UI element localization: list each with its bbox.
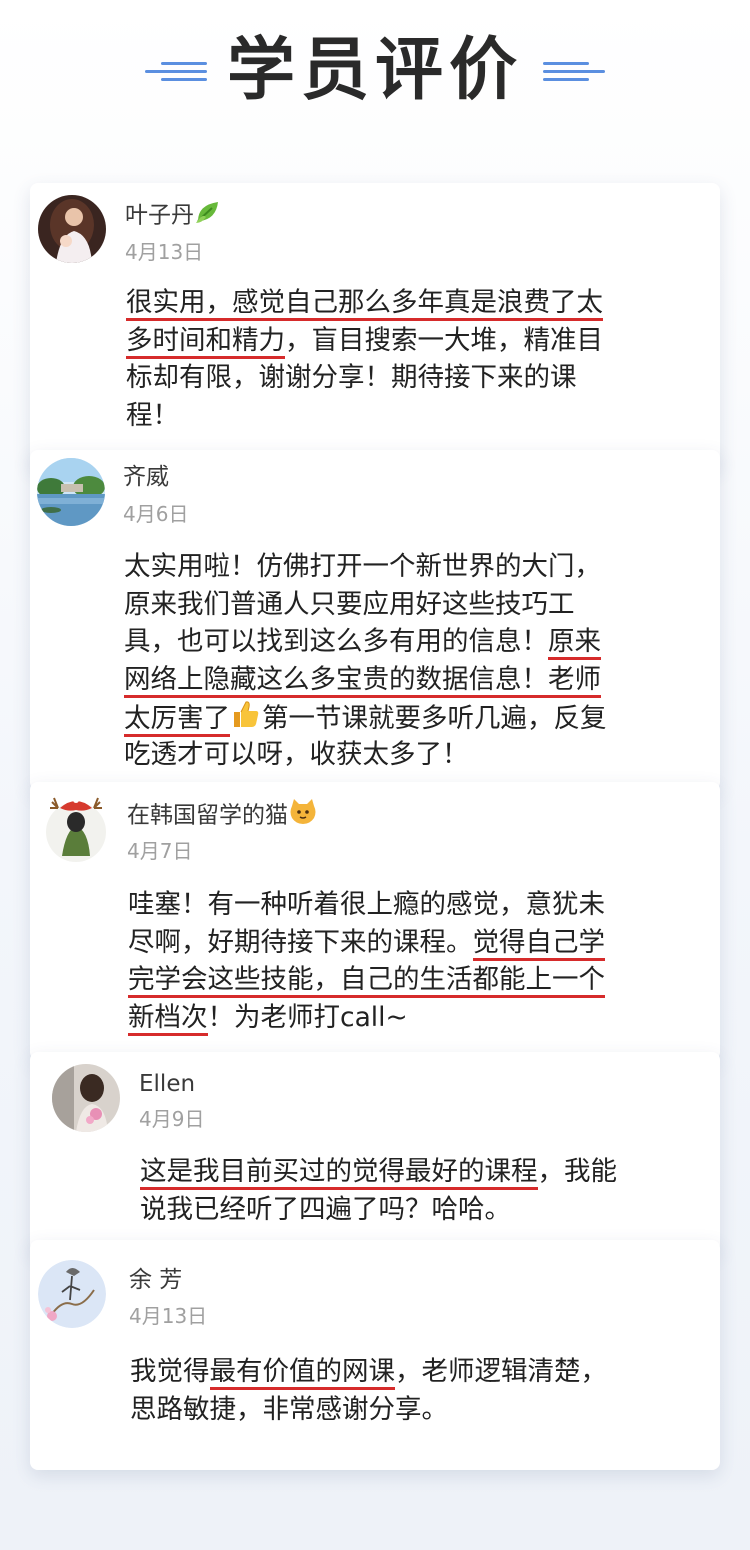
review-text-segment: ，盲目搜索一大堆，精准目: [285, 324, 603, 356]
review-text-segment: 原来我们普通人只要应用好这些技巧工: [124, 588, 575, 620]
reviewer-name-text: 在韩国留学的猫: [127, 802, 288, 829]
highlighted-text: 这是我目前买过的觉得最好的课程: [140, 1156, 538, 1190]
review-text-line: 思路敏捷，非常感谢分享。: [130, 1391, 690, 1429]
highlighted-text: 最有价值的网课: [209, 1356, 395, 1390]
review-text-line: 多时间和精力，盲目搜索一大堆，精准目: [126, 322, 686, 360]
review-date: 4月13日: [129, 1304, 208, 1328]
reviewer-name: 余 芳: [129, 1265, 182, 1295]
section-header: 学员评价: [0, 26, 750, 116]
review-text-segment: 第一节课就要多听几遍，反复: [262, 702, 607, 734]
reviewer-name: 在韩国留学的猫: [127, 798, 318, 834]
highlighted-text: 太厉害了: [124, 702, 230, 737]
review-text-line: 程！: [126, 397, 686, 435]
reviewer-name-text: 叶子丹: [125, 202, 194, 229]
review-text-segment: ，老师逻辑清楚，: [395, 1356, 607, 1387]
review-text-segment: ，我能: [537, 1156, 618, 1187]
highlighted-text: 原来: [548, 626, 601, 660]
review-text-line: 我觉得最有价值的网课，老师逻辑清楚，: [130, 1353, 690, 1391]
avatar[interactable]: [42, 794, 110, 862]
review-text-line: 原来我们普通人只要应用好这些技巧工: [124, 586, 684, 624]
review-text-line: 新档次！为老师打call~: [128, 999, 688, 1037]
review-text-segment: 说我已经听了四遍了吗？哈哈。: [140, 1193, 511, 1225]
review-text-line: 网络上隐藏这么多宝贵的数据信息！老师: [124, 661, 684, 699]
review-text-line: 完学会这些技能，自己的生活都能上一个: [128, 961, 688, 999]
avatar[interactable]: [38, 1260, 106, 1328]
thumbs-up-emoji-icon: [230, 698, 262, 741]
review-text-segment: 太实用啦！仿佛打开一个新世界的大门，: [124, 551, 601, 582]
review-text: 这是我目前买过的觉得最好的课程，我能 说我已经听了四遍了吗？哈哈。: [140, 1153, 700, 1228]
reviewer-name-text: 余 芳: [129, 1267, 183, 1293]
avatar[interactable]: [37, 458, 105, 526]
reviewer-name: 齐威: [123, 462, 169, 492]
avatar[interactable]: [52, 1064, 120, 1132]
review-text: 很实用，感觉自己那么多年真是浪费了太 多时间和精力，盲目搜索一大堆，精准目 标却有限…: [126, 284, 686, 434]
review-card: 叶子丹 4月13日 很实用，感觉自己那么多年真是浪费了太 多时间和精力，盲目搜索一…: [30, 183, 720, 468]
review-text-segment: 我觉得: [130, 1356, 210, 1387]
review-date: 4月6日: [123, 502, 189, 526]
review-text: 我觉得最有价值的网课，老师逻辑清楚， 思路敏捷，非常感谢分享。: [130, 1353, 690, 1428]
review-text-line: 这是我目前买过的觉得最好的课程，我能: [140, 1153, 700, 1191]
reviewer-name-text: Ellen: [139, 1071, 196, 1097]
highlighted-text: 很实用，感觉自己那么多年真是浪费了太: [126, 287, 603, 321]
review-text-line: 具，也可以找到这么多有用的信息！原来: [124, 623, 684, 661]
highlighted-text: 新档次: [128, 1001, 208, 1036]
highlighted-text: 完学会这些技能，自己的生活都能上一个: [128, 964, 605, 998]
review-text-line: 太厉害了 第一节课就要多听几遍，反复: [124, 698, 684, 737]
review-text-segment: 哇塞！有一种听着很上瘾的感觉，意犹未: [128, 889, 605, 920]
highlighted-text: 网络上隐藏这么多宝贵的数据信息！老师: [124, 663, 601, 698]
review-text-segment: 尽啊，好期待接下来的课程。: [128, 926, 473, 958]
review-text-segment: 标却有限，谢谢分享！期待接下来的课: [126, 362, 577, 393]
highlighted-text: 觉得自己学: [472, 926, 605, 961]
avatar[interactable]: [38, 195, 106, 263]
header-right-decoration: [543, 60, 605, 84]
review-text-segment: 吃透才可以呀，收获太多了！: [124, 738, 469, 770]
review-text-line: 标却有限，谢谢分享！期待接下来的课: [126, 359, 686, 397]
review-text-segment: 思路敏捷，非常感谢分享。: [130, 1393, 448, 1425]
review-date: 4月7日: [127, 839, 193, 863]
review-text-segment: ！为老师打call~: [207, 1001, 408, 1033]
cat-emoji-icon: [288, 798, 318, 834]
highlighted-text: 多时间和精力: [126, 324, 285, 359]
review-text-segment: 具，也可以找到这么多有用的信息！: [124, 626, 548, 657]
review-date: 4月9日: [139, 1107, 205, 1131]
review-card: Ellen 4月9日 这是我目前买过的觉得最好的课程，我能 说我已经听了四遍了吗？…: [30, 1052, 720, 1252]
review-date: 4月13日: [125, 240, 204, 264]
reviewer-name: 叶子丹: [125, 199, 222, 233]
review-text: 太实用啦！仿佛打开一个新世界的大门， 原来我们普通人只要应用好这些技巧工 具，也可以…: [124, 548, 684, 773]
review-card: 余 芳 4月13日 我觉得最有价值的网课，老师逻辑清楚， 思路敏捷，非常感谢分享。: [30, 1240, 720, 1470]
review-text-line: 说我已经听了四遍了吗？哈哈。: [140, 1191, 700, 1229]
review-text-line: 很实用，感觉自己那么多年真是浪费了太: [126, 284, 686, 322]
review-card: 齐威 4月6日 太实用啦！仿佛打开一个新世界的大门， 原来我们普通人只要应用好这些…: [30, 450, 720, 790]
reviewer-name-text: 齐威: [123, 464, 169, 490]
review-text-line: 吃透才可以呀，收获太多了！: [124, 736, 684, 774]
leaf-emoji-icon: [194, 199, 222, 233]
review-text-line: 太实用啦！仿佛打开一个新世界的大门，: [124, 548, 684, 586]
review-text-segment: 程！: [126, 399, 179, 431]
review-text: 哇塞！有一种听着很上瘾的感觉，意犹未 尽啊，好期待接下来的课程。觉得自己学 完学会这…: [128, 886, 688, 1036]
review-card: 在韩国留学的猫 4月7日 哇塞！有一种听着很上瘾的感觉，意犹未 尽啊，好期待接下来…: [30, 782, 720, 1060]
review-text-line: 尽啊，好期待接下来的课程。觉得自己学: [128, 924, 688, 962]
page-title: 学员评价: [226, 31, 523, 110]
review-text-line: 哇塞！有一种听着很上瘾的感觉，意犹未: [128, 886, 688, 924]
reviewer-name: Ellen: [139, 1069, 195, 1099]
